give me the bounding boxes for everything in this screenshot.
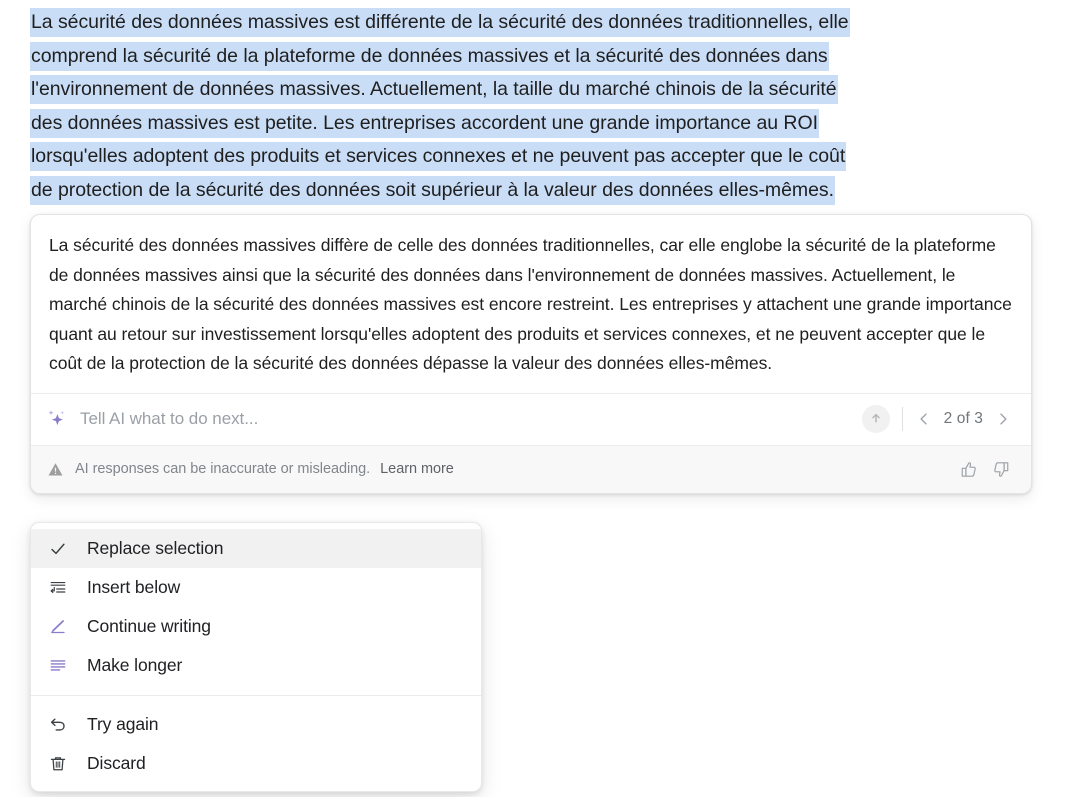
menu-item-make-longer[interactable]: Make longer	[31, 646, 481, 685]
menu-item-label: Try again	[87, 714, 159, 734]
ai-response-card: La sécurité des données massives diffère…	[30, 214, 1032, 494]
menu-item-label: Replace selection	[87, 538, 224, 558]
chevron-right-icon[interactable]	[993, 409, 1013, 429]
menu-item-try-again[interactable]: Try again	[31, 705, 481, 744]
menu-item-label: Continue writing	[87, 616, 211, 636]
menu-item-label: Insert below	[87, 577, 181, 597]
menu-item-continue-writing[interactable]: Continue writing	[31, 607, 481, 646]
selected-line-text: des données massives est petite. Les ent…	[30, 108, 819, 138]
disclaimer-text: AI responses can be inaccurate or mislea…	[75, 461, 371, 478]
ai-prompt-row: 2 of 3	[31, 392, 1031, 445]
selected-line-text: La sécurité des données massives est dif…	[30, 8, 850, 37]
sparkle-icon	[45, 408, 67, 430]
selected-line: des données massives est petite. Les ent…	[30, 107, 1050, 141]
trash-icon	[47, 753, 69, 775]
learn-more-link[interactable]: Learn more	[380, 461, 454, 477]
thumbs-down-icon[interactable]	[992, 460, 1011, 479]
arrow-up-circle-icon	[868, 410, 884, 429]
send-prompt-button[interactable]	[861, 405, 890, 434]
response-pager: 2 of 3	[914, 409, 1019, 429]
menu-item-label: Make longer	[87, 655, 183, 675]
thumbs-up-icon[interactable]	[959, 460, 978, 479]
selected-line-text: lorsqu'elles adoptent des produits et se…	[30, 142, 847, 172]
selected-line-text: de protection de la sécurité des données…	[30, 175, 835, 205]
selected-line: La sécurité des données massives est dif…	[30, 6, 1050, 40]
chevron-left-icon[interactable]	[914, 409, 934, 429]
feedback-controls	[959, 460, 1015, 479]
document-selected-text: La sécurité des données massives est dif…	[0, 0, 1080, 208]
ai-actions-menu: Replace selection Insert below Continue …	[30, 522, 482, 792]
pager-label: 2 of 3	[943, 410, 983, 428]
selected-line: comprend la sécurité de la plateforme de…	[30, 40, 1050, 74]
menu-item-insert-below[interactable]: Insert below	[31, 568, 481, 607]
insert-below-icon	[47, 577, 69, 599]
selected-line: lorsqu'elles adoptent des produits et se…	[30, 140, 1050, 174]
ai-response-text: La sécurité des données massives diffère…	[49, 235, 1012, 374]
make-longer-icon	[47, 655, 69, 677]
ai-prompt-input[interactable]	[80, 409, 862, 430]
selected-line: de protection de la sécurité des données…	[30, 174, 1050, 208]
toolbar-divider	[901, 407, 903, 432]
menu-item-discard[interactable]: Discard	[31, 744, 481, 783]
menu-item-replace-selection[interactable]: Replace selection	[31, 529, 481, 568]
check-icon	[47, 538, 69, 560]
selected-line-text: comprend la sécurité de la plateforme de…	[30, 41, 829, 71]
warning-triangle-icon	[47, 461, 64, 478]
selected-line: l'environnement de données massives. Act…	[30, 73, 1050, 107]
menu-item-label: Discard	[87, 753, 146, 773]
ai-disclaimer-row: AI responses can be inaccurate or mislea…	[31, 444, 1031, 493]
selected-line-text: l'environnement de données massives. Act…	[30, 75, 838, 105]
undo-icon	[47, 714, 69, 736]
pencil-icon	[47, 616, 69, 638]
menu-divider	[31, 695, 481, 696]
